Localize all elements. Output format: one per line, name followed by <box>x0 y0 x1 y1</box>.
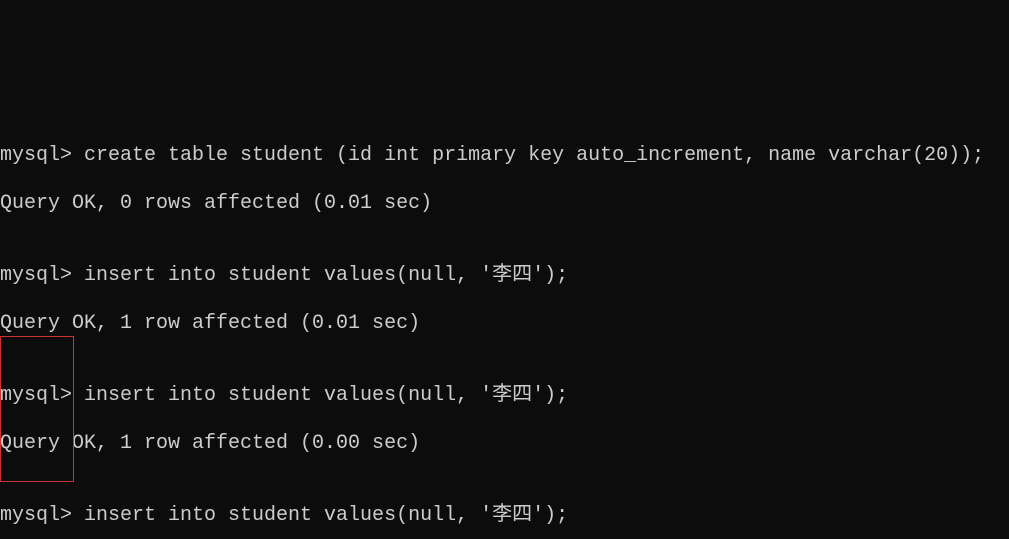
terminal-line: Query OK, 0 rows affected (0.01 sec) <box>0 192 1009 216</box>
terminal-line: mysql> insert into student values(null, … <box>0 264 1009 288</box>
terminal-line: mysql> insert into student values(null, … <box>0 384 1009 408</box>
terminal-line: Query OK, 1 row affected (0.00 sec) <box>0 432 1009 456</box>
terminal-line: mysql> create table student (id int prim… <box>0 144 1009 168</box>
terminal-line: mysql> insert into student values(null, … <box>0 504 1009 528</box>
terminal-line: Query OK, 1 row affected (0.01 sec) <box>0 312 1009 336</box>
terminal-output[interactable]: mysql> create table student (id int prim… <box>0 120 1009 539</box>
